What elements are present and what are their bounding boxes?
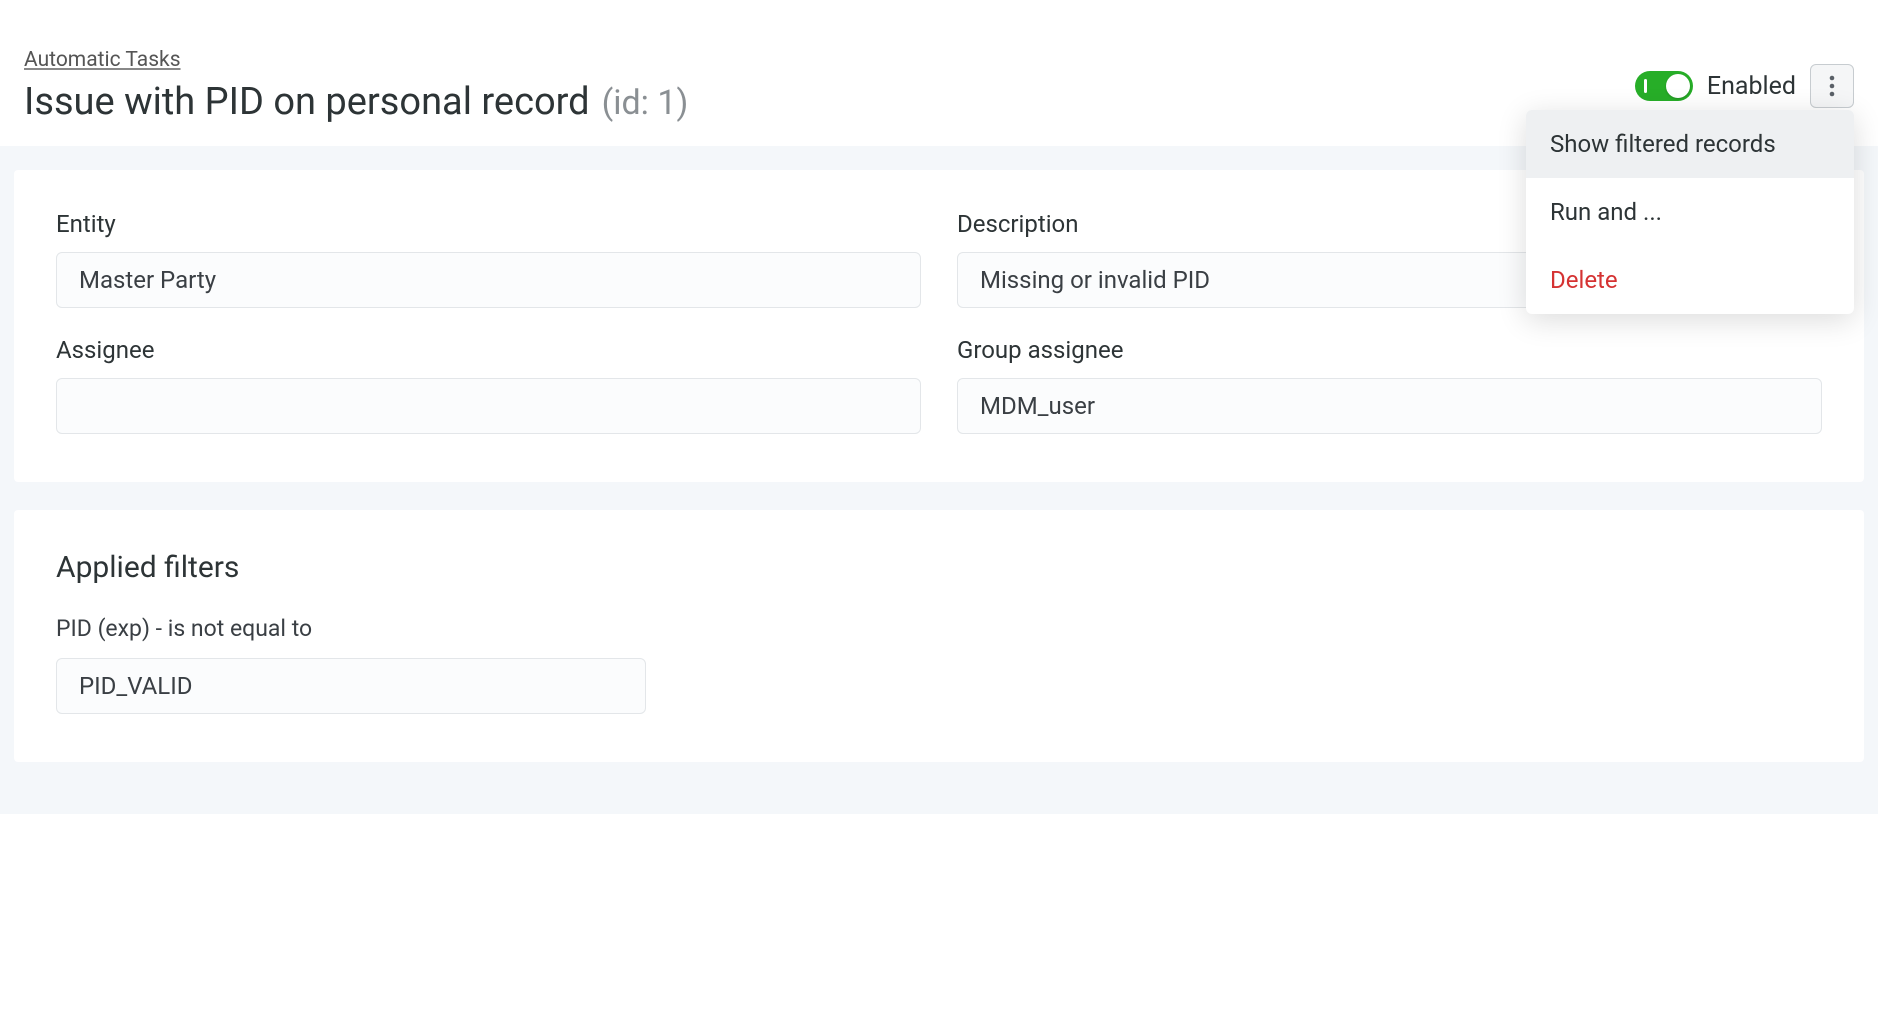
assignee-input[interactable] [56,378,921,434]
group-assignee-label: Group assignee [957,336,1822,364]
filter-value-input[interactable]: PID_VALID [56,658,646,714]
page-title: Issue with PID on personal record [24,80,590,124]
entity-label: Entity [56,210,921,238]
more-actions-button[interactable] [1810,64,1854,108]
group-assignee-field: Group assignee MDM_user [957,336,1822,434]
menu-item-delete[interactable]: Delete [1526,246,1854,314]
enabled-toggle-label: Enabled [1707,72,1796,101]
assignee-field: Assignee [56,336,921,434]
entity-field: Entity Master Party [56,210,921,308]
page-id-text: (id: 1) [602,83,689,123]
assignee-label: Assignee [56,336,921,364]
menu-item-show-filtered-records[interactable]: Show filtered records [1526,110,1854,178]
page-header: Automatic Tasks Issue with PID on person… [0,0,1878,146]
applied-filters-title: Applied filters [56,550,1822,585]
more-actions-dropdown: Show filtered records Run and ... Delete [1526,110,1854,314]
applied-filters-card: Applied filters PID (exp) - is not equal… [14,510,1864,762]
breadcrumb-link[interactable]: Automatic Tasks [24,48,181,72]
filter-condition-label: PID (exp) - is not equal to [56,615,1822,642]
menu-item-run-and[interactable]: Run and ... [1526,178,1854,246]
enabled-toggle[interactable] [1635,71,1693,101]
more-vertical-icon [1829,75,1835,97]
group-assignee-input[interactable]: MDM_user [957,378,1822,434]
filter-item: PID (exp) - is not equal to PID_VALID [56,615,1822,714]
entity-input[interactable]: Master Party [56,252,921,308]
